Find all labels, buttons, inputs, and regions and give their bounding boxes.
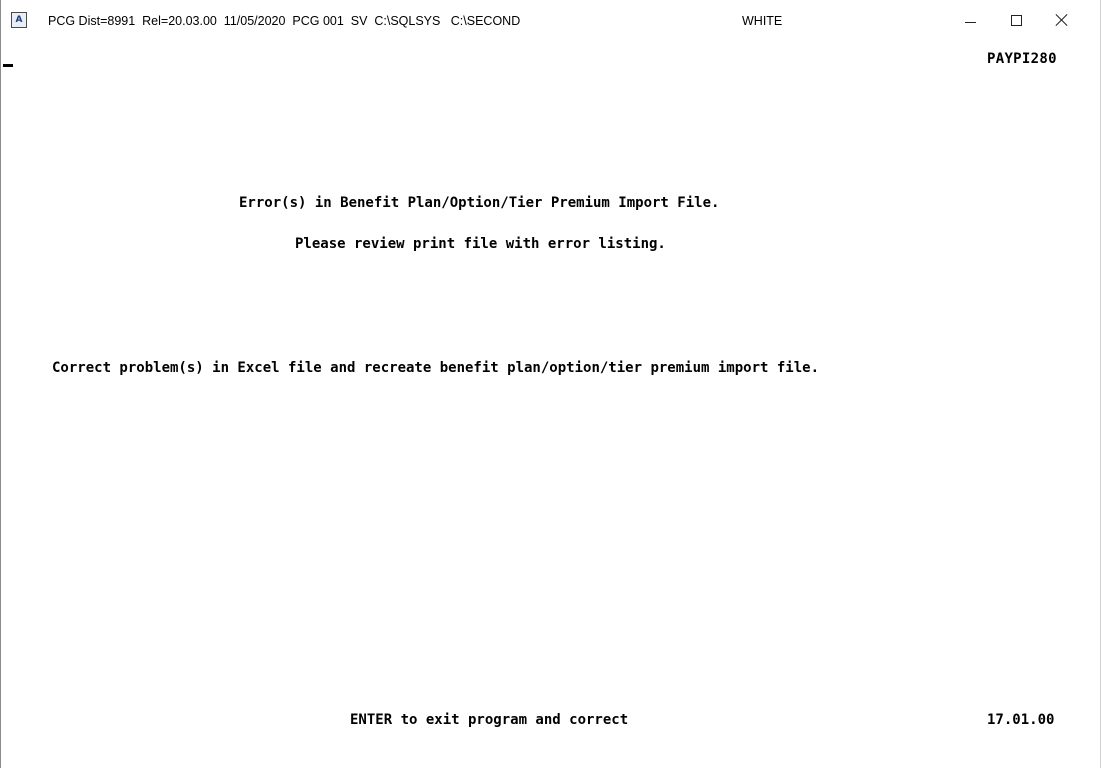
enter-exit-prompt[interactable]: ENTER to exit program and correct xyxy=(350,711,628,729)
clock-time: 17.01.00 xyxy=(987,712,1055,728)
minimize-icon xyxy=(964,21,976,23)
review-message: Please review print file with error list… xyxy=(295,236,666,252)
correct-message: Correct problem(s) in Excel file and rec… xyxy=(52,360,820,376)
maximize-icon xyxy=(1010,14,1022,26)
window-title: PCG Dist=8991 Rel=20.03.00 11/05/2020 PC… xyxy=(48,14,521,28)
close-icon xyxy=(1055,13,1069,27)
text-cursor xyxy=(3,64,13,67)
color-theme-label: WHITE xyxy=(742,14,783,28)
minimize-button[interactable] xyxy=(947,0,993,40)
maximize-button[interactable] xyxy=(993,0,1039,40)
program-id: PAYPI280 xyxy=(987,51,1057,67)
title-bar[interactable]: A PCG Dist=8991 Rel=20.03.00 11/05/2020 … xyxy=(1,0,1100,44)
error-heading: Error(s) in Benefit Plan/Option/Tier Pre… xyxy=(239,195,720,211)
terminal-window: A PCG Dist=8991 Rel=20.03.00 11/05/2020 … xyxy=(0,0,1101,768)
close-button[interactable] xyxy=(1039,0,1085,40)
terminal-app-icon[interactable]: A xyxy=(11,12,27,28)
app-icon-letter: A xyxy=(15,14,23,25)
